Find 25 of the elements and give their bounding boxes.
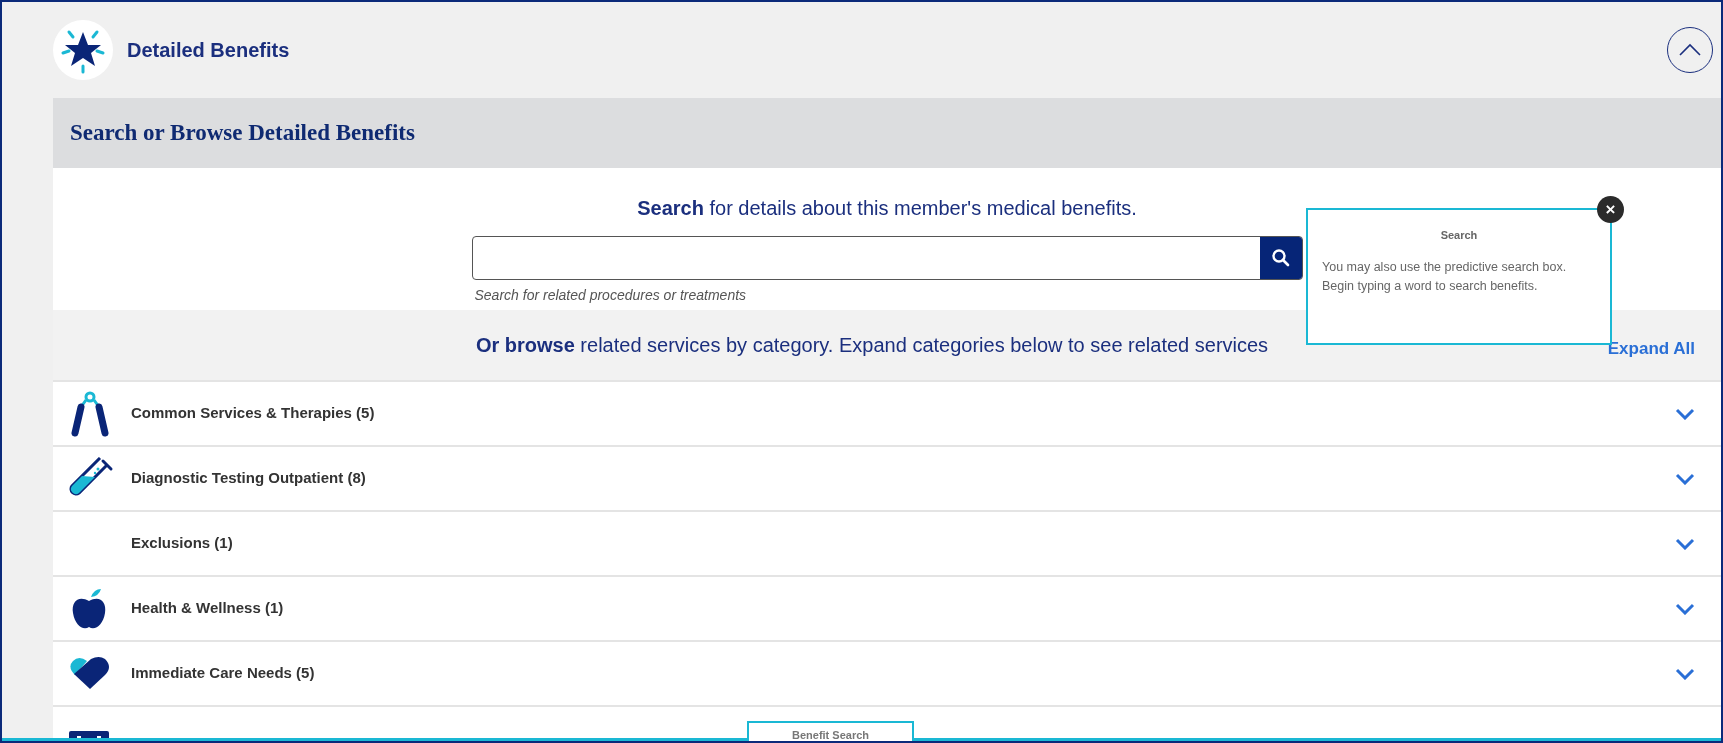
chevron-up-icon: [1678, 43, 1702, 57]
category-label: Health & Wellness (1): [131, 598, 285, 619]
search-icon: [1270, 248, 1291, 268]
category-row[interactable]: Health & Wellness (1): [53, 577, 1721, 642]
category-row[interactable]: Common Services & Therapies (5): [53, 382, 1721, 447]
section-title: Detailed Benefits: [127, 38, 290, 63]
search-heading: Search for details about this member's medical benefits.: [637, 196, 1137, 221]
category-row[interactable]: Exclusions (1): [53, 512, 1721, 577]
search-hint: Search for related procedures or treatments: [474, 286, 748, 305]
category-label: Exclusions (1): [131, 533, 234, 554]
card-title: Search or Browse Detailed Benefits: [70, 118, 415, 147]
category-label: Common Services & Therapies (5): [131, 403, 376, 424]
category-row[interactable]: Immediate Care Needs (5): [53, 642, 1721, 707]
heart-icon: [69, 656, 111, 691]
browse-text: Or browse related services by category. Expand categories below to see related services: [475, 333, 1270, 358]
hand-grip-icon: [69, 390, 111, 437]
category-label: Immediate Care Needs (5): [131, 663, 316, 684]
tooltip-text: You may also use the predictive search box. Begin typing a word to search benefits.: [1322, 258, 1568, 295]
category-row[interactable]: Diagnostic Testing Outpatient (8): [53, 447, 1721, 512]
category-label: Diagnostic Testing Outpatient (8): [131, 468, 367, 489]
bottom-tab[interactable]: Benefit Search: [747, 721, 914, 741]
search-field[interactable]: [471, 236, 1303, 280]
search-button[interactable]: [1259, 237, 1302, 279]
expand-all-link[interactable]: Expand All: [1607, 336, 1695, 362]
tooltip-title: Search: [1439, 228, 1479, 243]
